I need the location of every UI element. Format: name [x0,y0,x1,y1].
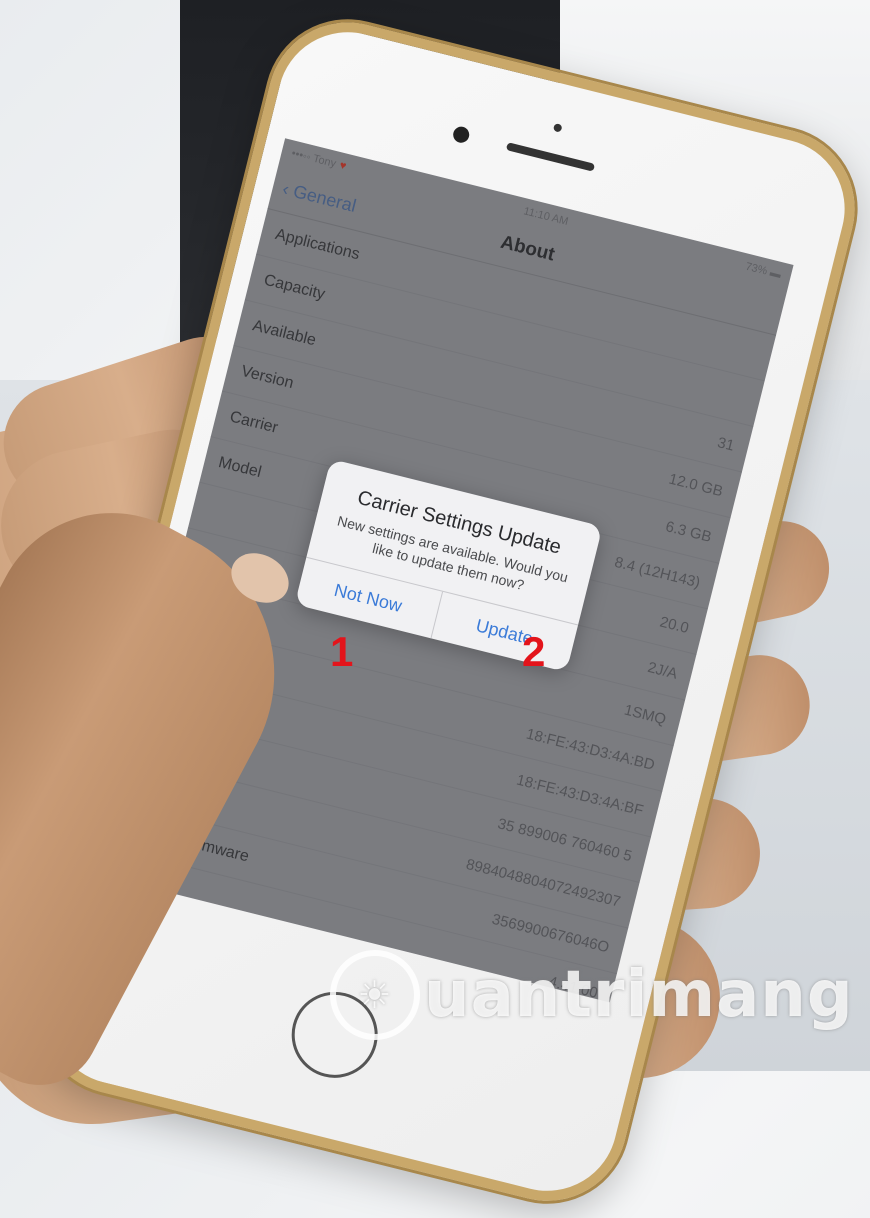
proximity-sensor [552,122,563,133]
front-camera [451,124,471,145]
watermark: ☀ uantrimang [330,950,854,1040]
step-marker-1: 1 [330,628,354,675]
earpiece-speaker [505,142,596,172]
step-marker-2: 2 [522,628,546,675]
watermark-text: uantrimang [424,958,854,1032]
lightbulb-icon: ☀ [330,950,420,1040]
